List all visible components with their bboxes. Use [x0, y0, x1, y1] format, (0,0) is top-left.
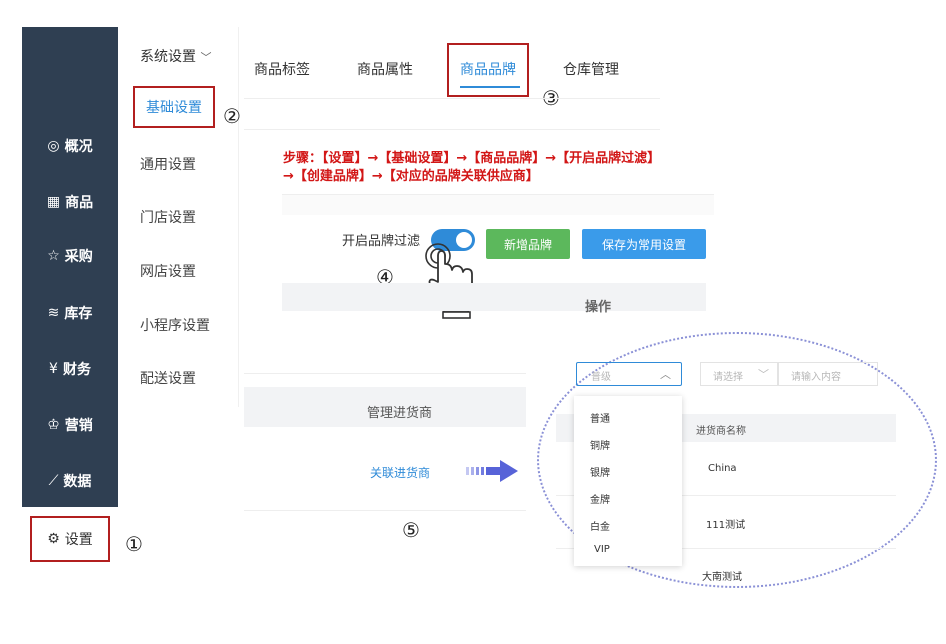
tab-product-attributes[interactable]: 商品属性	[357, 59, 413, 79]
active-tab-indicator	[460, 86, 520, 88]
compass-icon: ◎	[47, 138, 60, 154]
nav-item-purchase[interactable]: ☆ 采购	[22, 241, 118, 271]
gear-icon: ⚙	[47, 531, 60, 547]
submenu-item-basic[interactable]: 基础设置	[133, 86, 215, 128]
submenu-header[interactable]: 系统设置 ﹀	[140, 46, 211, 66]
new-brand-button[interactable]: 新增品牌	[486, 229, 570, 259]
nav-item-finance[interactable]: ¥ 财务	[22, 354, 118, 384]
yen-icon: ¥	[49, 361, 58, 377]
search-input-placeholder: 请输入内容	[791, 372, 841, 383]
level-select-value: 普级	[591, 372, 611, 383]
step-instructions-line2: →【创建品牌】→【对应的品牌关联供应商】	[283, 169, 539, 184]
dropdown-option-gold[interactable]: 金牌	[590, 491, 610, 506]
nav-item-marketing[interactable]: ♔ 营销	[22, 410, 118, 440]
save-default-button[interactable]: 保存为常用设置	[582, 229, 706, 259]
submenu-header-label: 系统设置	[140, 49, 196, 65]
nav-label: 数据	[63, 474, 92, 490]
nav-label: 营销	[64, 418, 93, 434]
section-divider	[244, 373, 526, 386]
operation-header-bar	[282, 283, 706, 311]
crown-icon: ♔	[47, 417, 60, 433]
tab-product-brand[interactable]: 商品品牌	[460, 59, 516, 79]
filter-select-placeholder: 请选择	[713, 372, 743, 383]
dropdown-option-vip[interactable]: VIP	[594, 544, 610, 555]
nav-label: 商品	[65, 195, 94, 211]
nav-item-data[interactable]: ⟋ 数据	[22, 466, 118, 496]
step-instructions-line1: 步骤：【设置】→【基础设置】→【商品品牌】→【开启品牌过滤】	[283, 151, 661, 166]
section-divider	[282, 194, 714, 215]
dropdown-option-normal[interactable]: 普通	[590, 410, 610, 425]
table-header-strip	[244, 98, 660, 130]
nav-label: 设置	[64, 532, 93, 548]
link-supplier-link[interactable]: 关联进货商	[370, 464, 430, 481]
level-select[interactable]: 普级 ︿	[576, 362, 682, 386]
cart-icon: ☆	[47, 248, 60, 264]
chevron-up-icon: ︿	[660, 368, 671, 381]
filter-select[interactable]: 请选择 ﹀	[700, 362, 778, 386]
step-marker-5: ⑤	[402, 518, 420, 542]
submenu-item-general[interactable]: 通用设置	[140, 154, 196, 174]
supplier-header: 管理进货商	[367, 406, 433, 421]
nav-item-overview[interactable]: ◎ 概况	[22, 131, 118, 161]
nav-item-inventory[interactable]: ≋ 库存	[22, 298, 118, 328]
main-sidebar: ◎ 概况 ▦ 商品 ☆ 采购 ≋ 库存 ¥ 财务 ♔ 营销 ⟋ 数据	[22, 27, 118, 507]
tab-product-tags[interactable]: 商品标签	[254, 59, 310, 79]
nav-label: 库存	[64, 306, 93, 322]
brand-filter-label: 开启品牌过滤	[342, 234, 421, 249]
submenu-item-online-store[interactable]: 网店设置	[140, 261, 196, 281]
dropdown-option-silver[interactable]: 银牌	[590, 464, 610, 479]
table-row: 大南测试	[702, 572, 742, 583]
chevron-down-icon: ﹀	[758, 368, 769, 381]
layers-icon: ≋	[47, 305, 60, 321]
nav-label: 采购	[64, 249, 93, 265]
operation-header: 操作	[585, 300, 612, 315]
grid-icon: ▦	[46, 194, 61, 210]
step-marker-2: ②	[223, 104, 241, 128]
nav-item-goods[interactable]: ▦ 商品	[22, 187, 118, 217]
step-instructions: 步骤：【设置】→【基础设置】→【商品品牌】→【开启品牌过滤】 →【创建品牌】→【…	[283, 150, 660, 186]
table-row: 111测试	[706, 520, 746, 531]
submenu-item-delivery[interactable]: 配送设置	[140, 368, 196, 388]
dropdown-option-bronze[interactable]: 铜牌	[590, 437, 610, 452]
nav-label: 财务	[62, 362, 91, 378]
arrow-right-icon	[466, 460, 518, 482]
nav-label: 概况	[64, 139, 93, 155]
step-marker-1: ①	[125, 532, 143, 556]
chart-icon: ⟋	[48, 473, 59, 489]
submenu-item-miniprogram[interactable]: 小程序设置	[140, 315, 210, 335]
table-row: China	[708, 463, 737, 474]
chevron-down-icon: ﹀	[200, 51, 212, 64]
row-divider	[244, 510, 526, 511]
dropdown-option-platinum[interactable]: 白金	[590, 518, 610, 533]
nav-item-settings[interactable]: ⚙ 设置	[30, 516, 110, 562]
search-input[interactable]: 请输入内容	[778, 362, 878, 386]
submenu-item-store[interactable]: 门店设置	[140, 207, 196, 227]
supplier-name-header: 进货商名称	[696, 426, 746, 437]
tab-warehouse[interactable]: 仓库管理	[563, 59, 619, 79]
